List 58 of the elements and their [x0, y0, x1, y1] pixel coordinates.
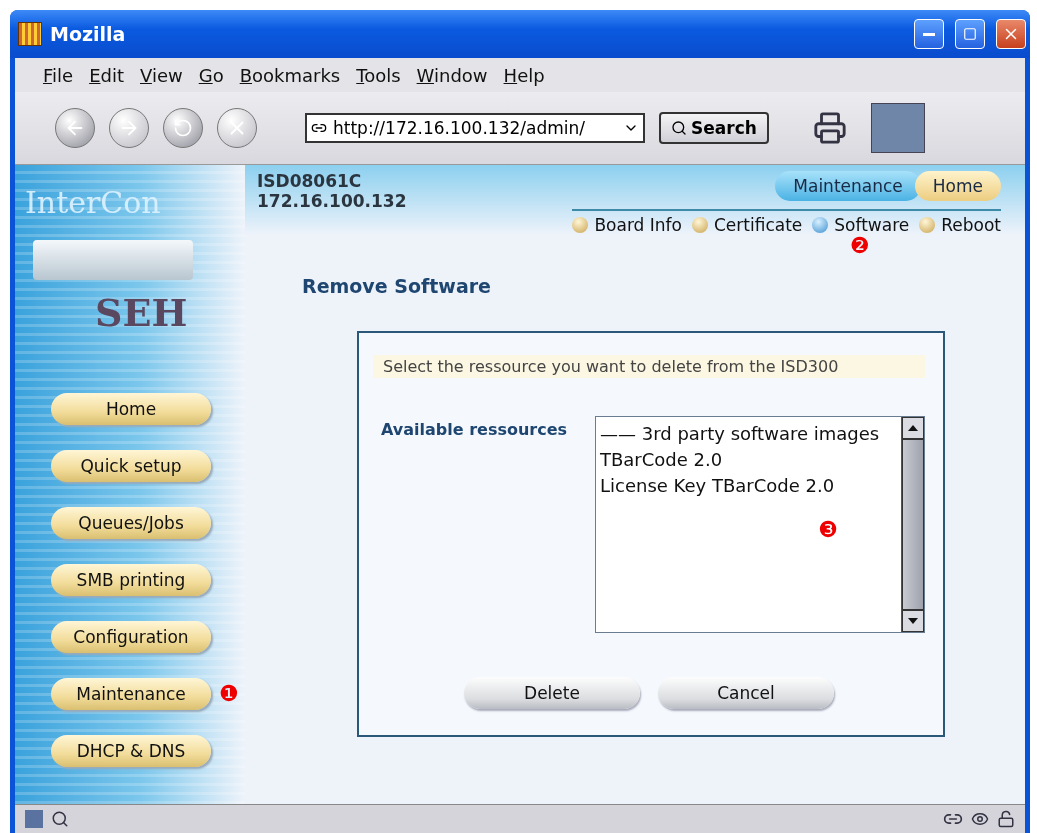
menu-item[interactable]: Go [198, 64, 224, 86]
stop-button[interactable] [217, 108, 257, 148]
address-field[interactable]: http://172.16.100.132/admin/ [305, 113, 645, 143]
minimize-button[interactable] [914, 19, 944, 49]
reload-button[interactable] [163, 108, 203, 148]
sidebar-button[interactable]: Configuration [51, 621, 211, 653]
down-arrow-icon[interactable] [908, 618, 918, 624]
app-icon [18, 22, 42, 46]
subnav-link[interactable]: Reboot [919, 215, 1001, 235]
lock-icon[interactable] [997, 810, 1015, 828]
scrollbar[interactable] [901, 417, 924, 632]
browser-logo [870, 103, 925, 153]
list-option[interactable]: TBarCode 2.0 [600, 447, 897, 473]
subnav-link[interactable]: Board Info [572, 215, 682, 235]
menu-item[interactable]: Window [416, 64, 488, 86]
menu-item[interactable]: Tools [356, 64, 401, 86]
page-title: Remove Software [302, 275, 492, 297]
nav-tab[interactable]: Home [914, 171, 1001, 201]
logo-text: InterCon [25, 185, 162, 220]
logo-text: SEH [95, 290, 189, 335]
device-name: ISD08061C [257, 171, 363, 191]
maximize-button[interactable] [955, 19, 985, 49]
forward-button[interactable] [109, 108, 149, 148]
menu-item[interactable]: Help [503, 64, 545, 86]
reload-icon [173, 118, 193, 138]
resource-listbox[interactable]: —— 3rd party software images TBarCode 2.0 License Key TBarCode 2.0 ❸ [595, 416, 925, 633]
callout-number: ❸ [818, 517, 838, 542]
search-icon [671, 120, 687, 136]
callout-number: ❷ [849, 235, 871, 257]
instruction-text: Select the ressource you want to delete from the ISD300 [373, 355, 925, 378]
search-button[interactable]: Search [659, 112, 769, 144]
callout-number: ❶ [219, 683, 240, 705]
menu-item[interactable]: Edit [89, 64, 124, 86]
field-label: Available ressources [380, 419, 569, 441]
sidebar-button[interactable]: SMB printing [51, 564, 211, 596]
sidebar-button[interactable]: Maintenance [51, 678, 211, 710]
menu-item[interactable]: Bookmarks [239, 64, 341, 86]
sidebar-button[interactable]: DHCP & DNS [51, 735, 211, 767]
list-option[interactable]: —— 3rd party software images [600, 421, 897, 447]
subnav-link[interactable]: Certificate [691, 215, 803, 235]
menu-item[interactable]: View [140, 64, 183, 86]
form-button[interactable]: Delete [464, 677, 640, 709]
printer-icon[interactable] [812, 111, 847, 145]
close-button[interactable] [996, 19, 1026, 49]
back-button[interactable] [55, 108, 95, 148]
eye-icon[interactable] [971, 810, 989, 828]
minimize-icon [923, 32, 935, 36]
sidebar-button[interactable]: Queues/Jobs [51, 507, 211, 539]
maximize-icon [963, 27, 977, 41]
up-arrow-icon[interactable] [908, 425, 918, 431]
menu-item[interactable]: File [43, 64, 74, 86]
window-title: Mozilla [50, 23, 127, 45]
sidebar-button[interactable]: Quick setup [51, 450, 211, 482]
list-option[interactable]: License Key TBarCode 2.0 [600, 473, 897, 499]
device-ip: 172.16.100.132 [257, 191, 407, 211]
sidebar-button[interactable]: Home [51, 393, 211, 425]
form-button[interactable]: Cancel [658, 677, 834, 709]
subnav-link[interactable]: Software [812, 215, 910, 235]
